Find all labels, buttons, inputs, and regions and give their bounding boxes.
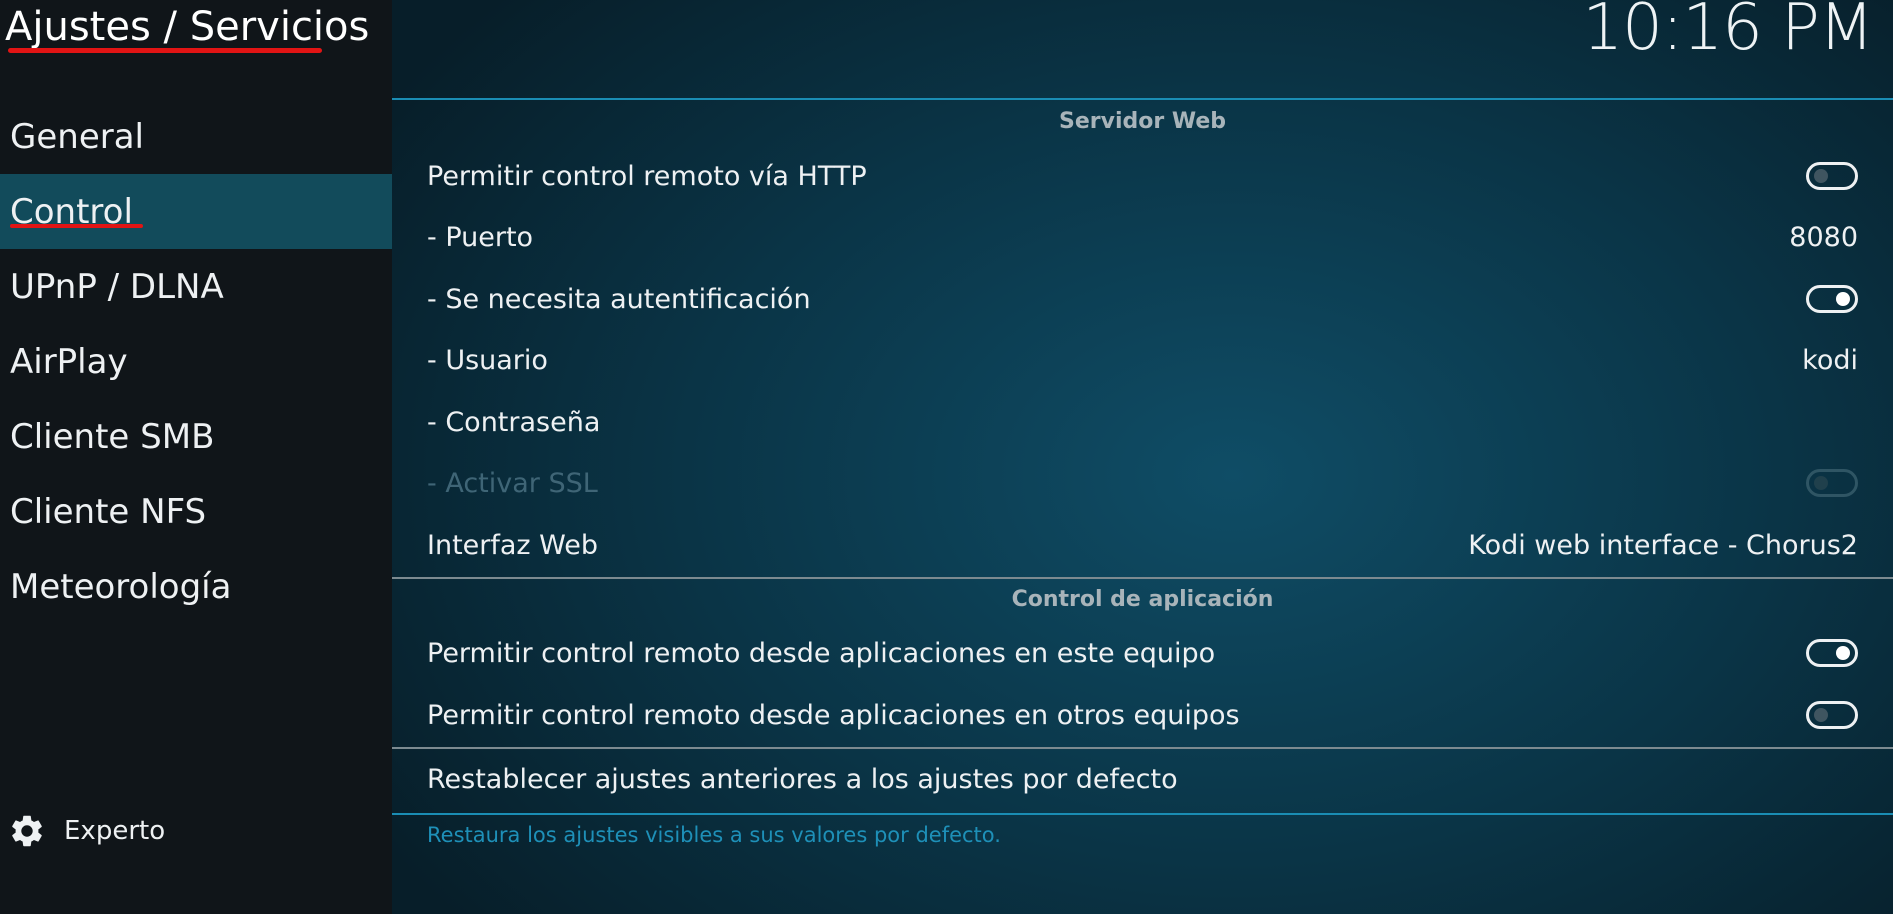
sidebar-item-label: AirPlay — [10, 341, 128, 382]
setting-label: - Usuario — [427, 344, 548, 376]
sidebar-item-airplay[interactable]: AirPlay — [0, 324, 392, 399]
settings-level-label: Experto — [64, 816, 166, 846]
reset-defaults-button[interactable]: Restablecer ajustes anteriores a los aju… — [392, 748, 1893, 810]
sidebar-item-upnp-dlna[interactable]: UPnP / DLNA — [0, 249, 392, 324]
sidebar-item-smb-client[interactable]: Cliente SMB — [0, 399, 392, 474]
setting-local-app-control[interactable]: Permitir control remoto desde aplicacion… — [392, 622, 1893, 684]
setting-port[interactable]: - Puerto 8080 — [392, 206, 1893, 268]
setting-value: 8080 — [1789, 221, 1858, 253]
setting-label: Permitir control remoto vía HTTP — [427, 160, 867, 192]
setting-label: Permitir control remoto desde aplicacion… — [427, 699, 1240, 731]
sidebar-item-nfs-client[interactable]: Cliente NFS — [0, 474, 392, 549]
setting-value: kodi — [1802, 344, 1858, 376]
setting-require-auth[interactable]: - Se necesita autentificación — [392, 268, 1893, 330]
setting-username[interactable]: - Usuario kodi — [392, 329, 1893, 391]
sidebar-item-label: UPnP / DLNA — [10, 266, 224, 307]
section-header-web-server: Servidor Web — [1058, 109, 1227, 134]
section-divider — [392, 577, 1893, 579]
page-title: Ajustes / Servicios — [5, 4, 370, 50]
settings-panel: 10:16 PM Servidor Web Permitir control r… — [392, 0, 1893, 914]
sidebar: Ajustes / Servicios General Control UPnP… — [0, 0, 392, 914]
setting-label: - Contraseña — [427, 406, 601, 438]
setting-value: Kodi web interface - Chorus2 — [1468, 529, 1858, 561]
header-divider — [392, 98, 1893, 100]
setting-allow-http-control[interactable]: Permitir control remoto vía HTTP — [392, 145, 1893, 207]
sidebar-item-label: Cliente NFS — [10, 491, 207, 532]
settings-window: Ajustes / Servicios General Control UPnP… — [0, 0, 1893, 914]
setting-label: - Activar SSL — [427, 467, 598, 499]
sidebar-item-label: Meteorología — [10, 566, 232, 607]
setting-description: Restaura los ajustes visibles a sus valo… — [427, 823, 1001, 847]
sidebar-item-control[interactable]: Control — [0, 174, 392, 249]
setting-label: Permitir control remoto desde aplicacion… — [427, 637, 1216, 669]
toggle-switch[interactable] — [1806, 701, 1858, 729]
sidebar-item-weather[interactable]: Meteorología — [0, 549, 392, 624]
setting-password[interactable]: - Contraseña — [392, 391, 1893, 453]
setting-web-interface[interactable]: Interfaz Web Kodi web interface - Chorus… — [392, 514, 1893, 576]
control-annotation-underline — [10, 224, 143, 228]
setting-remote-app-control[interactable]: Permitir control remoto desde aplicacion… — [392, 684, 1893, 746]
clock: 10:16 PM — [1582, 0, 1874, 65]
toggle-switch[interactable] — [1806, 162, 1858, 190]
sidebar-item-label: Cliente SMB — [10, 416, 215, 457]
section-header-app-control: Control de aplicación — [1011, 587, 1274, 612]
setting-label: Restablecer ajustes anteriores a los aju… — [427, 763, 1178, 795]
sidebar-item-general[interactable]: General — [0, 99, 392, 174]
setting-label: Interfaz Web — [427, 529, 599, 561]
settings-level-button[interactable]: Experto — [8, 812, 165, 850]
help-divider — [392, 813, 1893, 815]
toggle-switch[interactable] — [1806, 639, 1858, 667]
setting-label: - Puerto — [427, 221, 534, 253]
toggle-switch — [1806, 469, 1858, 497]
sidebar-item-label: General — [10, 116, 144, 157]
title-annotation-underline — [8, 48, 322, 53]
setting-enable-ssl: - Activar SSL — [392, 452, 1893, 514]
sidebar-nav: General Control UPnP / DLNA AirPlay Clie… — [0, 99, 392, 624]
toggle-switch[interactable] — [1806, 285, 1858, 313]
gear-icon — [12, 815, 42, 847]
setting-label: - Se necesita autentificación — [427, 283, 811, 315]
